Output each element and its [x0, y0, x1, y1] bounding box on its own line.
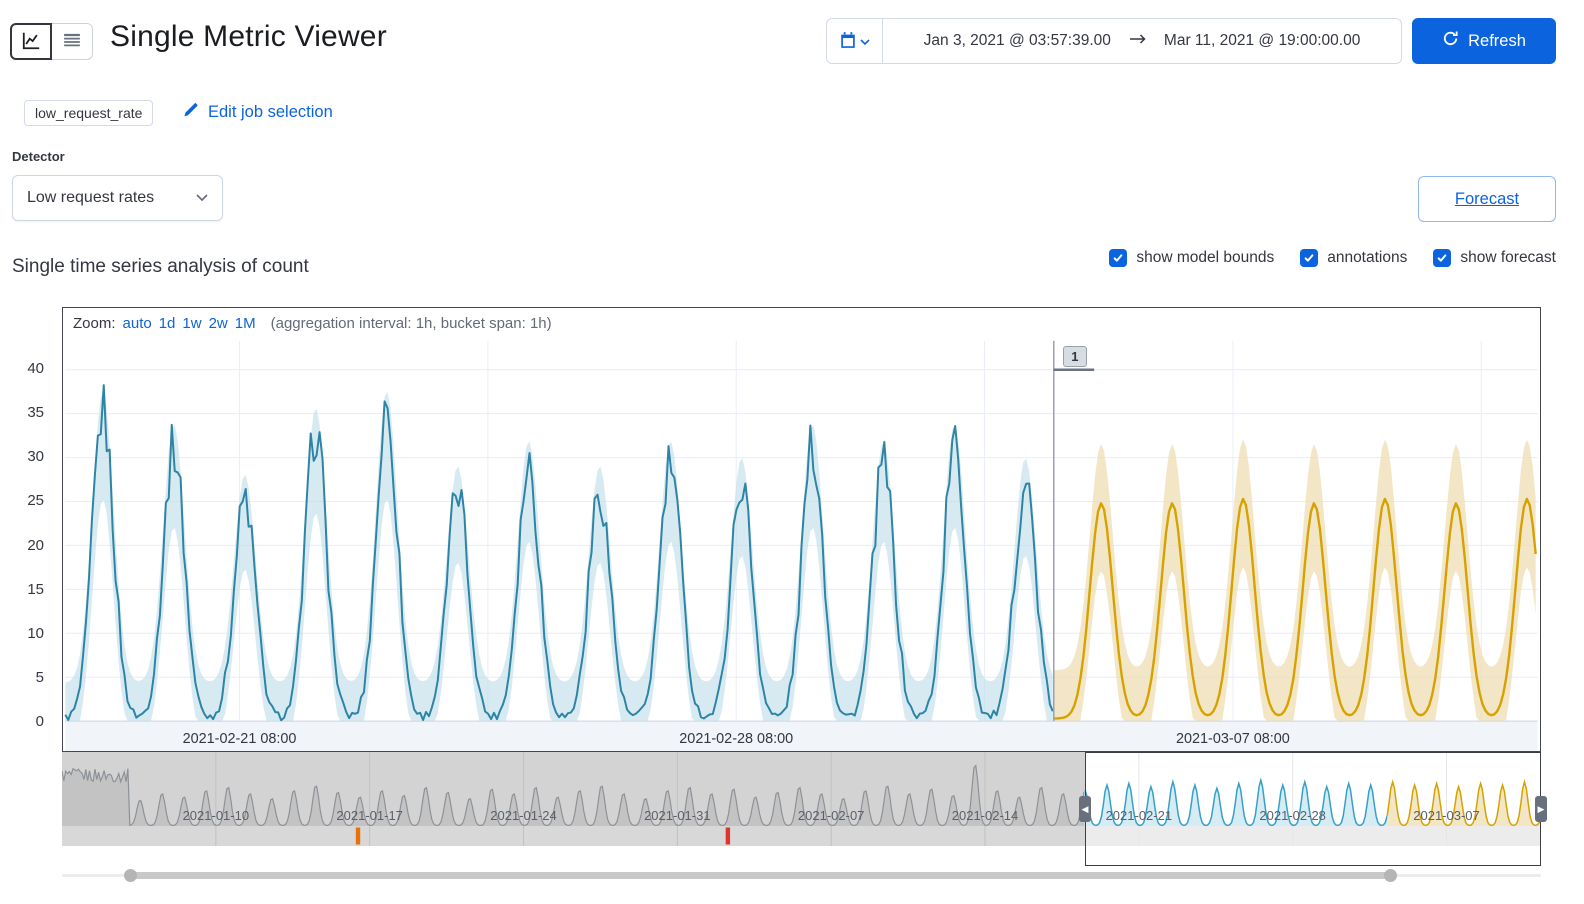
zoom-option-auto[interactable]: auto — [123, 315, 152, 332]
detector-selected-value: Low request rates — [27, 189, 155, 206]
calendar-button[interactable] — [827, 19, 883, 63]
table-icon — [63, 31, 81, 52]
svg-text:2021-01-31: 2021-01-31 — [644, 808, 711, 823]
y-axis-label: 40 — [27, 360, 44, 377]
scrollbar-thumb[interactable] — [130, 872, 1391, 879]
job-badge: low_request_rate — [24, 100, 154, 126]
pencil-icon — [182, 101, 199, 123]
checkbox-checked-icon[interactable] — [1109, 249, 1128, 267]
svg-text:2021-02-07: 2021-02-07 — [798, 808, 865, 823]
y-axis-label: 10 — [27, 624, 44, 642]
zoom-option-1w[interactable]: 1w — [182, 315, 201, 332]
edit-job-selection-label: Edit job selection — [208, 102, 333, 121]
zoom-option-1M[interactable]: 1M — [235, 315, 256, 332]
aggregation-info: (aggregation interval: 1h, bucket span: … — [270, 315, 552, 332]
svg-text:2021-01-10: 2021-01-10 — [183, 808, 250, 823]
svg-text:2021-03-07 08:00: 2021-03-07 08:00 — [1176, 731, 1290, 747]
chart-toggles: show model bounds annotations show forecas… — [1109, 249, 1556, 267]
page-title: Single Metric Viewer — [110, 20, 387, 53]
svg-text:2021-01-24: 2021-01-24 — [490, 808, 557, 823]
y-axis-label: 5 — [35, 668, 44, 686]
svg-text:2021-02-14: 2021-02-14 — [952, 808, 1019, 823]
checkbox-checked-icon[interactable] — [1433, 249, 1452, 267]
toggle-show-forecast[interactable]: show forecast — [1433, 249, 1556, 267]
context-navigator: 2021-01-10 2021-01-17 2021-01-24 2021-01-31… — [62, 752, 1547, 868]
toggle-label: show model bounds — [1136, 249, 1275, 266]
toggle-annotations[interactable]: annotations — [1300, 249, 1407, 267]
selection-right-handle[interactable]: ▶ — [1535, 796, 1547, 822]
date-range: Jan 3, 2021 @ 03:57:39.00 Mar 11, 2021 @… — [883, 19, 1401, 63]
detector-label: Detector — [12, 149, 65, 164]
edit-job-selection-link[interactable]: Edit job selection — [182, 101, 333, 123]
annotation-badge[interactable]: 1 — [1062, 346, 1087, 367]
chart-icon — [22, 31, 41, 53]
selection-left-handle[interactable]: ◀ — [1079, 796, 1091, 822]
view-toggle-group — [10, 23, 93, 60]
y-axis-label: 0 — [35, 713, 44, 730]
chevron-down-icon — [196, 189, 208, 207]
toggle-label: annotations — [1327, 249, 1408, 266]
y-axis-label: 20 — [27, 536, 44, 554]
svg-text:2021-02-21 08:00: 2021-02-21 08:00 — [183, 731, 297, 747]
scrollbar-right-dot[interactable] — [1384, 869, 1398, 882]
analysis-heading: Single time series analysis of count — [12, 256, 309, 277]
refresh-icon — [1442, 30, 1459, 52]
time-series-chart[interactable]: 2021-02-21 08:00 2021-02-28 08:00 2021-03-… — [63, 308, 1540, 751]
main-chart: 2021-02-21 08:00 2021-02-28 08:00 2021-03-… — [62, 307, 1541, 752]
selection-window[interactable] — [1085, 752, 1541, 866]
refresh-label: Refresh — [1468, 31, 1526, 50]
chart-view-toggle[interactable] — [10, 23, 52, 60]
detector-select[interactable]: Low request rates — [12, 175, 223, 221]
time-scrollbar — [62, 868, 1541, 882]
svg-text:2021-01-17: 2021-01-17 — [336, 808, 403, 823]
zoom-option-1d[interactable]: 1d — [159, 315, 176, 332]
y-axis-label: 35 — [27, 404, 44, 422]
y-axis-label: 30 — [27, 448, 44, 466]
single-metric-viewer-app: Single Metric Viewer Jan 3, 2021 @ 03:57… — [0, 0, 1584, 904]
toggle-show-model-bounds[interactable]: show model bounds — [1109, 249, 1274, 267]
zoom-option-2w[interactable]: 2w — [209, 315, 228, 332]
svg-text:2021-02-28 08:00: 2021-02-28 08:00 — [679, 731, 793, 747]
arrow-right-icon — [1129, 32, 1146, 51]
calendar-icon — [839, 31, 857, 52]
y-axis-label: 15 — [27, 580, 44, 598]
y-axis-labels: 0 5 10 15 20 25 30 35 40 — [0, 307, 52, 752]
table-view-toggle[interactable] — [51, 23, 93, 60]
zoom-label: Zoom: — [73, 315, 116, 332]
checkbox-checked-icon[interactable] — [1300, 249, 1319, 267]
zoom-controls: Zoom: auto 1d 1w 2w 1M (aggregation interval: … — [73, 315, 552, 332]
date-picker: Jan 3, 2021 @ 03:57:39.00 Mar 11, 2021 @… — [826, 18, 1402, 64]
chevron-down-icon — [860, 34, 870, 49]
start-date-button[interactable]: Jan 3, 2021 @ 03:57:39.00 — [918, 28, 1117, 54]
forecast-button[interactable]: Forecast — [1418, 176, 1556, 222]
refresh-button[interactable]: Refresh — [1412, 18, 1556, 64]
y-axis-label: 25 — [27, 492, 44, 510]
end-date-button[interactable]: Mar 11, 2021 @ 19:00:00.00 — [1158, 28, 1366, 54]
toggle-label: show forecast — [1460, 249, 1556, 266]
scrollbar-left-dot[interactable] — [124, 869, 138, 882]
